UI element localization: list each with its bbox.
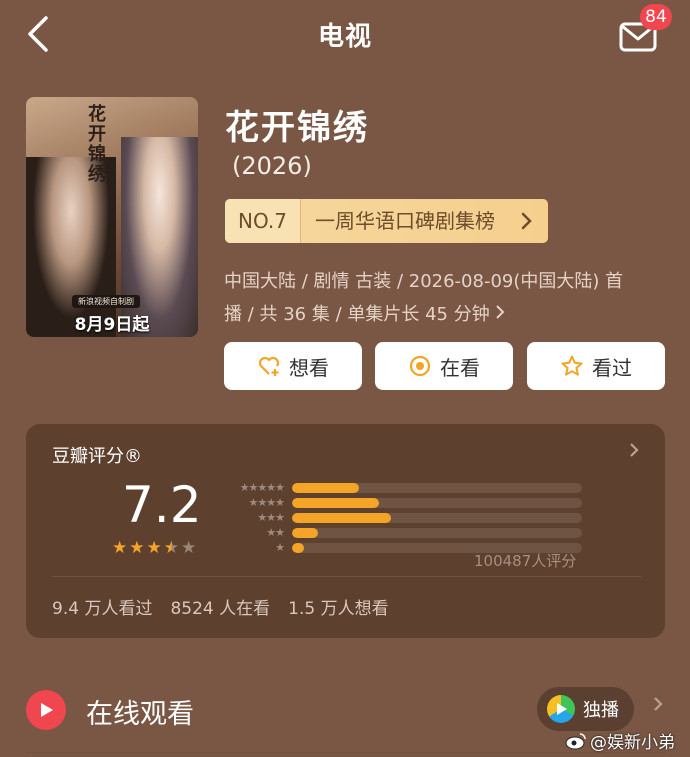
distribution-bar — [292, 497, 379, 508]
watching-button[interactable]: 在看 — [375, 342, 513, 390]
meta-line-2: 播 / 共 36 集 / 单集片长 45 分钟 — [224, 304, 490, 325]
divider — [52, 576, 641, 577]
top-bar: 电视 84 — [0, 0, 690, 70]
watermark-text: @娱新小弟 — [590, 733, 675, 753]
stat-want: 1.5 万人想看 — [288, 599, 389, 619]
watched-label: 看过 — [592, 355, 632, 380]
exclusive-platform-button[interactable]: 独播 — [537, 687, 634, 731]
show-year: (2026) — [232, 152, 312, 180]
star-filled-icon: ★ — [129, 538, 145, 558]
chevron-right-icon — [495, 304, 505, 325]
rating-score: 7.2 — [122, 476, 202, 534]
star-filled-icon: ★ — [146, 538, 162, 558]
page-title: 电视 — [317, 22, 372, 52]
want-label: 想看 — [289, 355, 329, 380]
weibo-icon — [565, 732, 586, 749]
rating-card[interactable]: 豆瓣评分® 7.2 ★ ★ ★ ★ ★ ★★★★★ ★★★★ ★★★ ★★ ★ 100487人评… — [26, 424, 665, 638]
stat-watching: 8524 人在看 — [170, 599, 271, 619]
show-meta[interactable]: 中国大陆 / 剧情 古装 / 2026-08-09(中国大陆) 首 播 / 共 … — [224, 265, 654, 331]
distribution-row: ★★ — [220, 526, 582, 539]
star-empty-icon: ★ — [181, 538, 197, 558]
distribution-stars-label: ★★★★ — [248, 496, 285, 509]
meta-line-2-wrap: 播 / 共 36 集 / 单集片长 45 分钟 — [224, 298, 654, 331]
distribution-track — [292, 512, 582, 523]
rating-distribution: ★★★★★ ★★★★ ★★★ ★★ ★ — [220, 481, 582, 556]
chevron-right-icon — [520, 199, 548, 243]
distribution-stars-label: ★★★ — [257, 511, 285, 524]
rating-count: 100487人评分 — [474, 552, 577, 570]
distribution-stars-label: ★★ — [266, 526, 285, 539]
rating-title: 豆瓣评分® — [52, 446, 142, 467]
online-watch-label[interactable]: 在线观看 — [86, 692, 194, 731]
poster-calligraphy: 花开锦绣 — [88, 104, 106, 185]
rank-number: NO.7 — [225, 199, 301, 243]
heart-plus-icon — [257, 354, 281, 378]
watermark: @娱新小弟 — [565, 728, 675, 753]
watched-button[interactable]: 看过 — [527, 342, 665, 390]
watching-label: 在看 — [440, 355, 480, 380]
exclusive-label: 独播 — [583, 700, 619, 721]
distribution-row: ★★★★★ — [220, 481, 582, 494]
distribution-row: ★★★ — [220, 511, 582, 524]
distribution-bar — [292, 512, 391, 523]
show-title: 花开锦绣 — [225, 108, 369, 148]
platform-logo-icon — [547, 695, 575, 723]
play-icon[interactable] — [26, 690, 66, 730]
distribution-bar — [292, 542, 304, 553]
mail-badge: 84 — [640, 4, 672, 30]
rank-label: 一周华语口碑剧集榜 — [315, 209, 495, 233]
distribution-stars-label: ★★★★★ — [239, 481, 285, 494]
poster-image[interactable]: 花开锦绣 新浪视频自制剧 8月9日起 — [26, 97, 198, 337]
distribution-bar — [292, 482, 359, 493]
chevron-right-icon[interactable] — [652, 694, 664, 720]
poster-date: 8月9日起 — [74, 315, 150, 335]
star-filled-icon: ★ — [112, 538, 128, 558]
meta-line-1: 中国大陆 / 剧情 古装 / 2026-08-09(中国大陆) 首 — [224, 271, 624, 292]
stat-watched: 9.4 万人看过 — [52, 599, 153, 619]
distribution-track — [292, 527, 582, 538]
distribution-track — [292, 497, 582, 508]
poster-pill: 新浪视频自制剧 — [72, 295, 140, 308]
distribution-bar — [292, 527, 319, 538]
chevron-right-icon — [628, 440, 640, 465]
ranking-badge[interactable]: NO.7 一周华语口碑剧集榜 — [225, 199, 548, 243]
star-half-icon: ★ — [163, 538, 179, 558]
watch-stats: 9.4 万人看过 8524 人在看 1.5 万人想看 — [52, 594, 389, 619]
distribution-track — [292, 482, 582, 493]
distribution-row: ★★★★ — [220, 496, 582, 509]
want-to-watch-button[interactable]: 想看 — [224, 342, 362, 390]
target-icon — [408, 354, 432, 378]
star-icon — [560, 354, 584, 378]
distribution-stars-label: ★ — [275, 541, 285, 554]
rating-stars: ★ ★ ★ ★ ★ — [112, 540, 196, 557]
